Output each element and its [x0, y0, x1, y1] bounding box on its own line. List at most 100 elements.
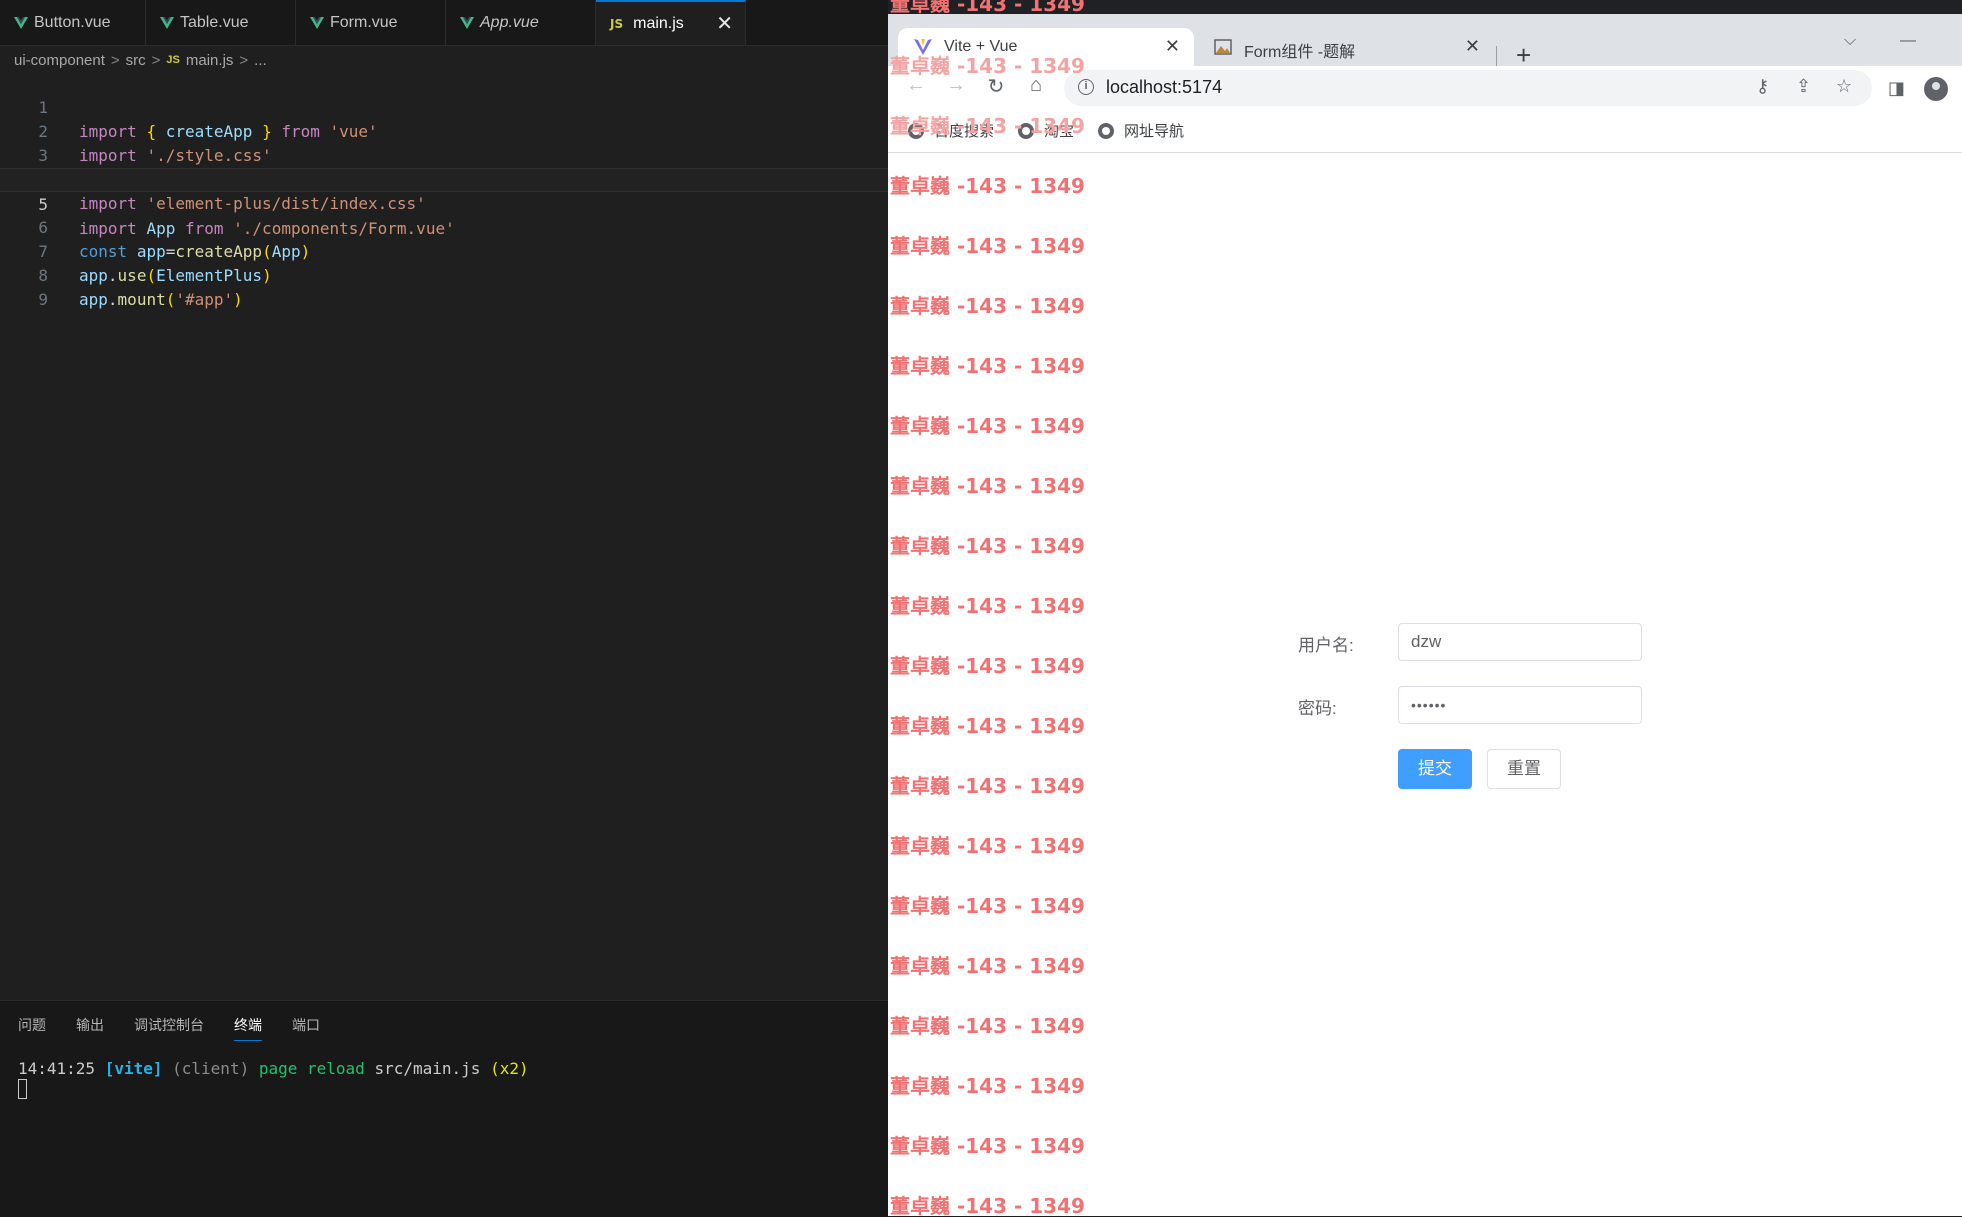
code-line[interactable]: 6 const app=createApp(App) — [0, 192, 888, 261]
watermark-text: 董卓巍 -143 - 1349 — [890, 1014, 1085, 1038]
code-line[interactable]: 7 app.use(ElementPlus) — [0, 216, 888, 285]
tab-form-vue[interactable]: Form.vue — [296, 0, 446, 45]
tab-main-js[interactable]: JS main.js ✕ — [596, 0, 746, 45]
watermark-text: 董卓巍 -143 - 1349 — [890, 1194, 1085, 1216]
tab-table-vue[interactable]: Table.vue — [146, 0, 296, 45]
code-token: ( — [165, 290, 176, 309]
share-icon[interactable]: ⇪ — [1796, 76, 1811, 97]
code-line[interactable]: 8 app.mount('#app') — [0, 240, 888, 309]
code-area[interactable]: 1 import { createApp } from 'vue' 2 impo… — [0, 72, 888, 309]
close-icon[interactable]: ✕ — [1465, 36, 1480, 57]
watermark-text: 董卓巍 -143 - 1349 — [890, 354, 1085, 378]
terminal-client: (client) — [172, 1059, 250, 1078]
password-label: 密码: — [1298, 699, 1337, 718]
tab-label: App.vue — [480, 13, 539, 31]
terminal-tag: [vite] — [104, 1059, 163, 1078]
tab-debug-console[interactable]: 调试控制台 — [134, 1015, 204, 1041]
watermark-text: 董卓巍 -143 - 1349 — [890, 894, 1085, 918]
panel-tabs: 问题 输出 调试控制台 终端 端口 — [18, 1015, 350, 1041]
globe-icon — [1098, 122, 1114, 139]
watermark-text: 董卓巍 -143 - 1349 — [890, 954, 1085, 978]
watermark-text: 董卓巍 -143 - 1349 — [890, 0, 1085, 16]
info-icon[interactable]: i — [1078, 79, 1094, 95]
vue-icon — [160, 16, 174, 29]
url-text[interactable]: localhost:5174 — [1106, 77, 1222, 98]
code-line[interactable]: 4 import 'element-plus/dist/index.css' — [0, 144, 888, 213]
tab-output[interactable]: 输出 — [76, 1015, 104, 1041]
breadcrumb-item[interactable]: ui-component — [14, 52, 105, 69]
watermark-text: 董卓巍 -143 - 1349 — [890, 174, 1085, 198]
username-input[interactable]: dzw — [1398, 623, 1642, 661]
bookmark-nav[interactable]: 网址导航 — [1098, 120, 1184, 141]
watermark-text: 董卓巍 -143 - 1349 — [890, 594, 1085, 618]
line-number: 9 — [38, 290, 48, 309]
code-line[interactable]: 2 import './style.css' — [0, 96, 888, 165]
close-icon[interactable]: ✕ — [716, 14, 733, 34]
watermark-text: 董卓巍 -143 - 1349 — [890, 54, 1085, 78]
watermark-text: 董卓巍 -143 - 1349 — [890, 714, 1085, 738]
browser-tab-form-component[interactable]: Form组件 -题解 ✕ — [1198, 28, 1494, 66]
breadcrumb-item[interactable]: ... — [254, 52, 267, 69]
side-panel-icon[interactable]: ◨ — [1888, 78, 1905, 99]
js-icon: JS — [610, 16, 624, 31]
browser-tab-title: Form组件 -题解 — [1244, 44, 1356, 61]
tab-label: Table.vue — [180, 13, 249, 31]
breadcrumb-item[interactable]: main.js — [186, 52, 234, 69]
terminal-output[interactable]: 14:41:25 [vite] (client) page reload src… — [18, 1059, 529, 1078]
tab-terminal[interactable]: 终端 — [234, 1015, 262, 1041]
chevron-right-icon: > — [151, 51, 161, 69]
browser-window: Vite + Vue ✕ Form组件 -题解 ✕ + ⌵ — ← → ↻ ⌂ … — [888, 0, 1962, 1216]
watermark-text: 董卓巍 -143 - 1349 — [890, 414, 1085, 438]
new-tab-button[interactable]: + — [1516, 42, 1531, 68]
reset-button[interactable]: 重置 — [1487, 749, 1561, 789]
watermark-text: 董卓巍 -143 - 1349 — [890, 1074, 1085, 1098]
username-label: 用户名: — [1298, 636, 1354, 655]
watermark-text: 董卓巍 -143 - 1349 — [890, 1134, 1085, 1158]
watermark-text: 董卓巍 -143 - 1349 — [890, 654, 1085, 678]
code-token: mount — [117, 290, 166, 309]
code-editor: Button.vue Table.vue Form.vue App.vue JS… — [0, 0, 888, 1217]
code-token: ) — [233, 290, 243, 309]
close-icon[interactable]: ✕ — [1165, 36, 1180, 57]
terminal-count: (x2) — [490, 1059, 529, 1078]
tab-button-vue[interactable]: Button.vue — [0, 0, 146, 45]
code-token: . — [107, 290, 118, 309]
code-line[interactable]: 9 — [0, 264, 888, 309]
submit-button[interactable]: 提交 — [1398, 749, 1472, 789]
tab-label: Button.vue — [34, 13, 111, 31]
code-token: app — [79, 290, 108, 309]
password-input[interactable]: •••••• — [1398, 686, 1642, 724]
minimize-icon[interactable]: — — [1900, 32, 1916, 50]
editor-tab-bar: Button.vue Table.vue Form.vue App.vue JS… — [0, 0, 888, 46]
key-icon[interactable]: ⚷ — [1756, 76, 1769, 97]
code-token: '#app' — [175, 290, 234, 309]
tab-label: Form.vue — [330, 13, 398, 31]
terminal-file: src/main.js — [374, 1059, 481, 1078]
address-bar[interactable]: i localhost:5174 ⚷ ⇪ ☆ — [1064, 70, 1872, 106]
star-icon[interactable]: ☆ — [1836, 76, 1852, 97]
watermark-text: 董卓巍 -143 - 1349 — [890, 534, 1085, 558]
code-line[interactable]: 3 import ElementPlus from 'element-plus' — [0, 120, 888, 189]
chevron-right-icon: > — [110, 51, 120, 69]
watermark-text: 董卓巍 -143 - 1349 — [890, 474, 1085, 498]
breadcrumb-item[interactable]: src — [126, 52, 146, 69]
bottom-panel: 问题 输出 调试控制台 终端 端口 14:41:25 [vite] (clien… — [0, 1000, 888, 1217]
watermark-text: 董卓巍 -143 - 1349 — [890, 114, 1085, 138]
vue-icon — [14, 16, 28, 29]
code-text: app.mount('#app') — [79, 288, 243, 312]
code-line[interactable]: 1 import { createApp } from 'vue' — [0, 72, 888, 141]
chevron-right-icon: > — [239, 51, 249, 69]
tab-problems[interactable]: 问题 — [18, 1015, 46, 1041]
bookmark-label: 网址导航 — [1124, 123, 1185, 140]
code-line-current[interactable]: 5 import App from './components/Form.vue… — [0, 168, 888, 238]
profile-avatar[interactable] — [1924, 77, 1948, 101]
vue-icon — [460, 16, 474, 29]
chevron-down-icon[interactable]: ⌵ — [1844, 32, 1856, 50]
tab-app-vue[interactable]: App.vue — [446, 0, 596, 45]
js-icon: JS — [166, 54, 180, 66]
tab-ports[interactable]: 端口 — [292, 1015, 320, 1041]
image-icon — [1214, 39, 1232, 55]
watermark-text: 董卓巍 -143 - 1349 — [890, 294, 1085, 318]
vue-icon — [310, 16, 324, 29]
terminal-cursor — [18, 1079, 27, 1099]
